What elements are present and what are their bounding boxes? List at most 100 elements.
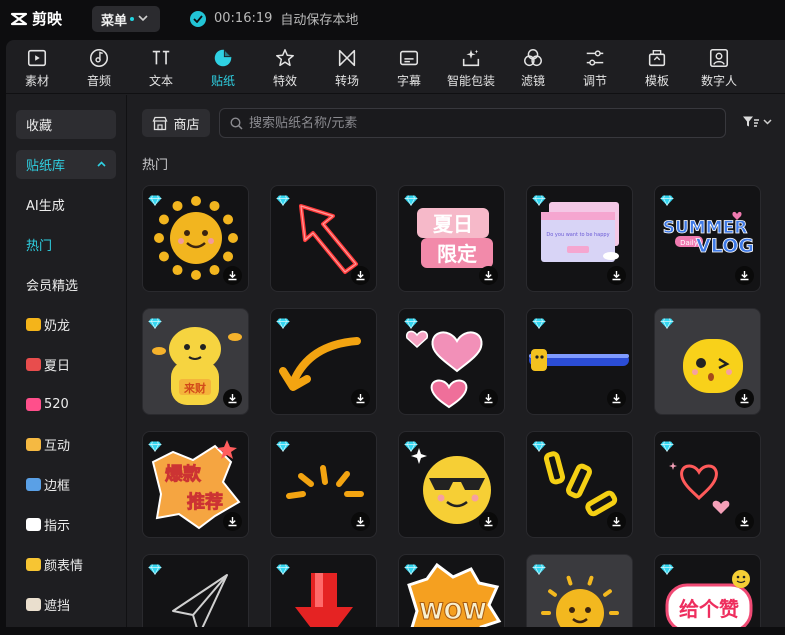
tab-adjust[interactable]: 调节 <box>564 40 626 94</box>
diamond-vip-icon <box>532 314 546 330</box>
digital-human-icon <box>707 46 731 70</box>
sidebar-item-9[interactable]: 边框 <box>16 470 116 499</box>
sidebar-item-label: 热门 <box>26 239 53 254</box>
category-toolbar: 素材 音频 文本 贴纸 特效 转场 字幕 智能包装 滤镜 调节 模板 数字人 <box>6 40 785 94</box>
sun-smile-sticker[interactable] <box>142 185 249 292</box>
download-icon[interactable] <box>351 266 370 285</box>
neon-arrow-sticker[interactable] <box>270 185 377 292</box>
tab-sticker[interactable]: 贴纸 <box>192 40 254 94</box>
diamond-vip-icon <box>276 560 290 576</box>
yellow-marks-sticker[interactable] <box>526 431 633 538</box>
progress-bar-sticker[interactable] <box>526 308 633 415</box>
sidebar-item-1[interactable]: 贴纸库 <box>16 150 116 179</box>
category-emoji-icon <box>26 478 41 491</box>
tab-smart-pack[interactable]: 智能包装 <box>440 40 502 94</box>
chevron-up-icon <box>97 159 106 170</box>
tab-label: 转场 <box>334 74 359 88</box>
sidebar-item-label: 贴纸库 <box>26 159 66 174</box>
tab-digital-human[interactable]: 数字人 <box>688 40 750 94</box>
tab-transition[interactable]: 转场 <box>316 40 378 94</box>
autosave-text: 自动保存本地 <box>280 13 359 28</box>
yellow-wink-sticker[interactable] <box>654 308 761 415</box>
sidebar-item-6[interactable]: 夏日 <box>16 350 116 379</box>
burst-lines-sticker[interactable] <box>270 431 377 538</box>
sidebar-item-12[interactable]: 遮挡 <box>16 590 116 619</box>
sidebar-item-4[interactable]: 会员精选 <box>16 270 116 299</box>
download-icon[interactable] <box>479 512 498 531</box>
paper-plane-sticker[interactable] <box>142 554 249 627</box>
diamond-vip-icon <box>660 314 674 330</box>
sidebar-item-3[interactable]: 热门 <box>16 230 116 259</box>
tab-label: 音频 <box>86 74 111 88</box>
tab-effects[interactable]: 特效 <box>254 40 316 94</box>
category-emoji-icon <box>26 358 41 371</box>
sidebar-item-0[interactable]: 收藏 <box>16 110 116 139</box>
sidebar-item-label: 边框 <box>44 479 71 494</box>
bottom-strip <box>0 627 785 635</box>
category-emoji-icon <box>26 318 41 331</box>
naillong-money-sticker[interactable]: 来财来财 <box>142 308 249 415</box>
orange-arrow-sticker[interactable] <box>270 308 377 415</box>
red-heart-sticker[interactable] <box>654 431 761 538</box>
popup-windows-sticker[interactable]: Do you want to be happyDo you want to be… <box>526 185 633 292</box>
tab-subtitle[interactable]: 字幕 <box>378 40 440 94</box>
download-icon[interactable] <box>479 266 498 285</box>
download-icon[interactable] <box>735 266 754 285</box>
svg-text:爆款: 爆款 <box>165 463 202 485</box>
download-icon[interactable] <box>351 512 370 531</box>
tab-label: 智能包装 <box>446 74 495 88</box>
search-input[interactable] <box>249 115 709 131</box>
tab-text[interactable]: 文本 <box>130 40 192 94</box>
svg-text:给个赞: 给个赞 <box>679 597 739 621</box>
download-icon[interactable] <box>607 512 626 531</box>
summer-vlog-sticker[interactable]: SUMMERDailyVLOGSUMMER Daily VLOG <box>654 185 761 292</box>
svg-text:WOW: WOW <box>419 600 486 625</box>
download-icon[interactable] <box>479 389 498 408</box>
download-icon[interactable] <box>735 389 754 408</box>
category-emoji-icon <box>26 438 41 451</box>
diamond-vip-icon <box>276 314 290 330</box>
tab-media[interactable]: 素材 <box>6 40 68 94</box>
download-icon[interactable] <box>223 512 242 531</box>
diamond-vip-icon <box>404 560 418 576</box>
tab-audio[interactable]: 音频 <box>68 40 130 94</box>
filter-button[interactable] <box>742 115 772 128</box>
tab-label: 素材 <box>24 74 49 88</box>
download-icon[interactable] <box>607 389 626 408</box>
sidebar-item-8[interactable]: 互动 <box>16 430 116 459</box>
sidebar-item-7[interactable]: 520 <box>16 390 116 419</box>
sidebar-item-11[interactable]: 颜表情 <box>16 550 116 579</box>
sidebar-item-2[interactable]: AI生成 <box>16 190 116 219</box>
hot-recommend-sticker[interactable]: 爆款推荐爆款推荐 <box>142 431 249 538</box>
download-icon[interactable] <box>735 512 754 531</box>
tab-template[interactable]: 模板 <box>626 40 688 94</box>
red-down-arrow-sticker[interactable] <box>270 554 377 627</box>
sidebar-item-10[interactable]: 指示 <box>16 510 116 539</box>
download-icon[interactable] <box>607 266 626 285</box>
give-like-sticker[interactable]: 给个赞给个赞 <box>654 554 761 627</box>
download-icon[interactable] <box>351 389 370 408</box>
effects-icon <box>273 46 297 70</box>
adjust-icon <box>583 46 607 70</box>
pink-hearts-sticker[interactable] <box>398 308 505 415</box>
diamond-vip-icon <box>276 437 290 453</box>
sidebar-item-label: 收藏 <box>26 119 53 134</box>
audio-icon <box>87 46 111 70</box>
summer-limited-sticker[interactable]: 夏日限定夏日限定 <box>398 185 505 292</box>
filter-icon <box>743 116 759 127</box>
sun-face-sticker[interactable] <box>526 554 633 627</box>
search-box[interactable] <box>219 108 726 138</box>
sidebar-item-label: 夏日 <box>44 359 71 374</box>
tab-label: 文本 <box>148 74 173 88</box>
chevron-down-icon <box>763 118 772 125</box>
store-button[interactable]: 商店 <box>142 109 210 137</box>
tab-filter[interactable]: 滤镜 <box>502 40 564 94</box>
download-icon[interactable] <box>223 266 242 285</box>
sidebar-item-label: 互动 <box>44 439 71 454</box>
sidebar-item-5[interactable]: 奶龙 <box>16 310 116 339</box>
sidebar-item-label: 会员精选 <box>26 279 79 294</box>
download-icon[interactable] <box>223 389 242 408</box>
cool-face-sticker[interactable] <box>398 431 505 538</box>
wow-bubble-sticker[interactable]: WOWWOW <box>398 554 505 627</box>
menu-button[interactable]: 菜单 <box>92 6 160 32</box>
